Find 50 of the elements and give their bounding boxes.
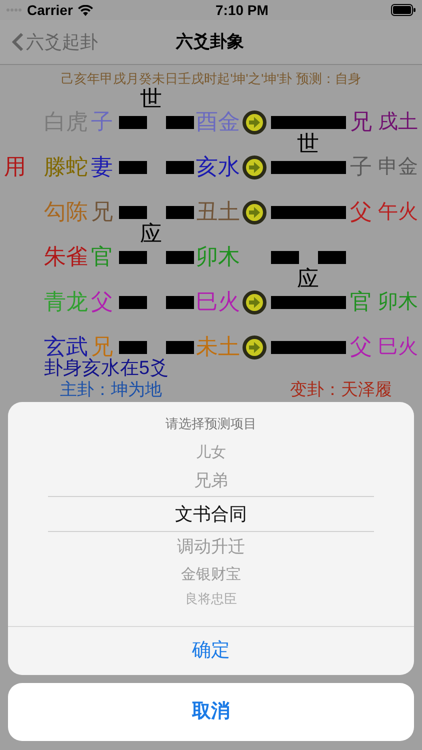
picker-option[interactable]: 兄弟 (194, 466, 228, 496)
six-spirit-label: 玄武 (44, 335, 88, 359)
use-marker: 用 (4, 154, 26, 179)
picker-option[interactable]: 文书合同 (48, 496, 374, 532)
picker-option[interactable]: 调动升迁 (177, 532, 245, 562)
relation-label: 兄 (91, 335, 113, 359)
relation-label: 子 (350, 155, 372, 179)
shi-ying-mark: 应 (297, 268, 319, 290)
picker-option[interactable]: 儿女 (196, 440, 226, 466)
relation-label: 父 (350, 200, 372, 224)
relation-label: 兄 (91, 200, 113, 224)
wifi-icon (78, 4, 93, 16)
relation-label: 官 (350, 290, 372, 314)
branch-label: 丑土 (196, 199, 240, 224)
relation-label: 父 (350, 335, 372, 359)
branch-label: 卯木 (378, 290, 418, 314)
branch-label: 巳火 (196, 289, 240, 314)
battery-icon (391, 4, 416, 16)
changed-hexagram: 变卦：天泽履 (290, 380, 392, 399)
relation-label: 兄 (350, 110, 372, 134)
relation-label: 父 (91, 290, 113, 314)
branch-label: 未土 (196, 334, 240, 359)
relation-label: 官 (91, 245, 113, 269)
gua-shen-text: 卦身亥水在5爻 (43, 359, 170, 379)
picker-option[interactable]: 金银财宝 (181, 562, 241, 588)
shi-ying-mark: 世 (297, 133, 319, 155)
relation-label: 妻 (91, 155, 113, 179)
back-button[interactable]: 六爻起卦 (0, 28, 98, 56)
six-spirit-label: 勾陈 (44, 200, 88, 224)
branch-label: 卯木 (196, 244, 240, 269)
shi-ying-mark: 世 (140, 88, 162, 110)
main-hexagram: 主卦：坤为地 (60, 380, 162, 399)
six-spirit-label: 青龙 (44, 290, 88, 314)
six-spirit-label: 朱雀 (44, 245, 88, 269)
divination-info: 己亥年甲戌月癸未日壬戌时起'坤'之'坤'卦 预测：自身 (60, 70, 362, 88)
carrier-label: Carrier (27, 0, 73, 20)
shi-ying-mark: 应 (140, 223, 162, 245)
sheet-title: 请选择预测项目 (164, 415, 258, 432)
branch-label: 戌土 (378, 110, 418, 134)
branch-label: 申金 (378, 155, 418, 179)
branch-label: 午火 (378, 200, 418, 224)
picker-option[interactable]: 良将忠臣 (185, 588, 237, 610)
back-chevron-icon (12, 32, 24, 52)
six-spirit-label: 滕蛇 (44, 155, 88, 179)
branch-label: 巳火 (378, 335, 418, 359)
cancel-button[interactable]: 取消 (8, 683, 414, 741)
confirm-button[interactable]: 确定 (8, 626, 414, 675)
nav-title: 六爻卦象 (176, 31, 244, 54)
branch-label: 亥水 (196, 154, 240, 179)
status-time: 7:10 PM (216, 0, 268, 20)
